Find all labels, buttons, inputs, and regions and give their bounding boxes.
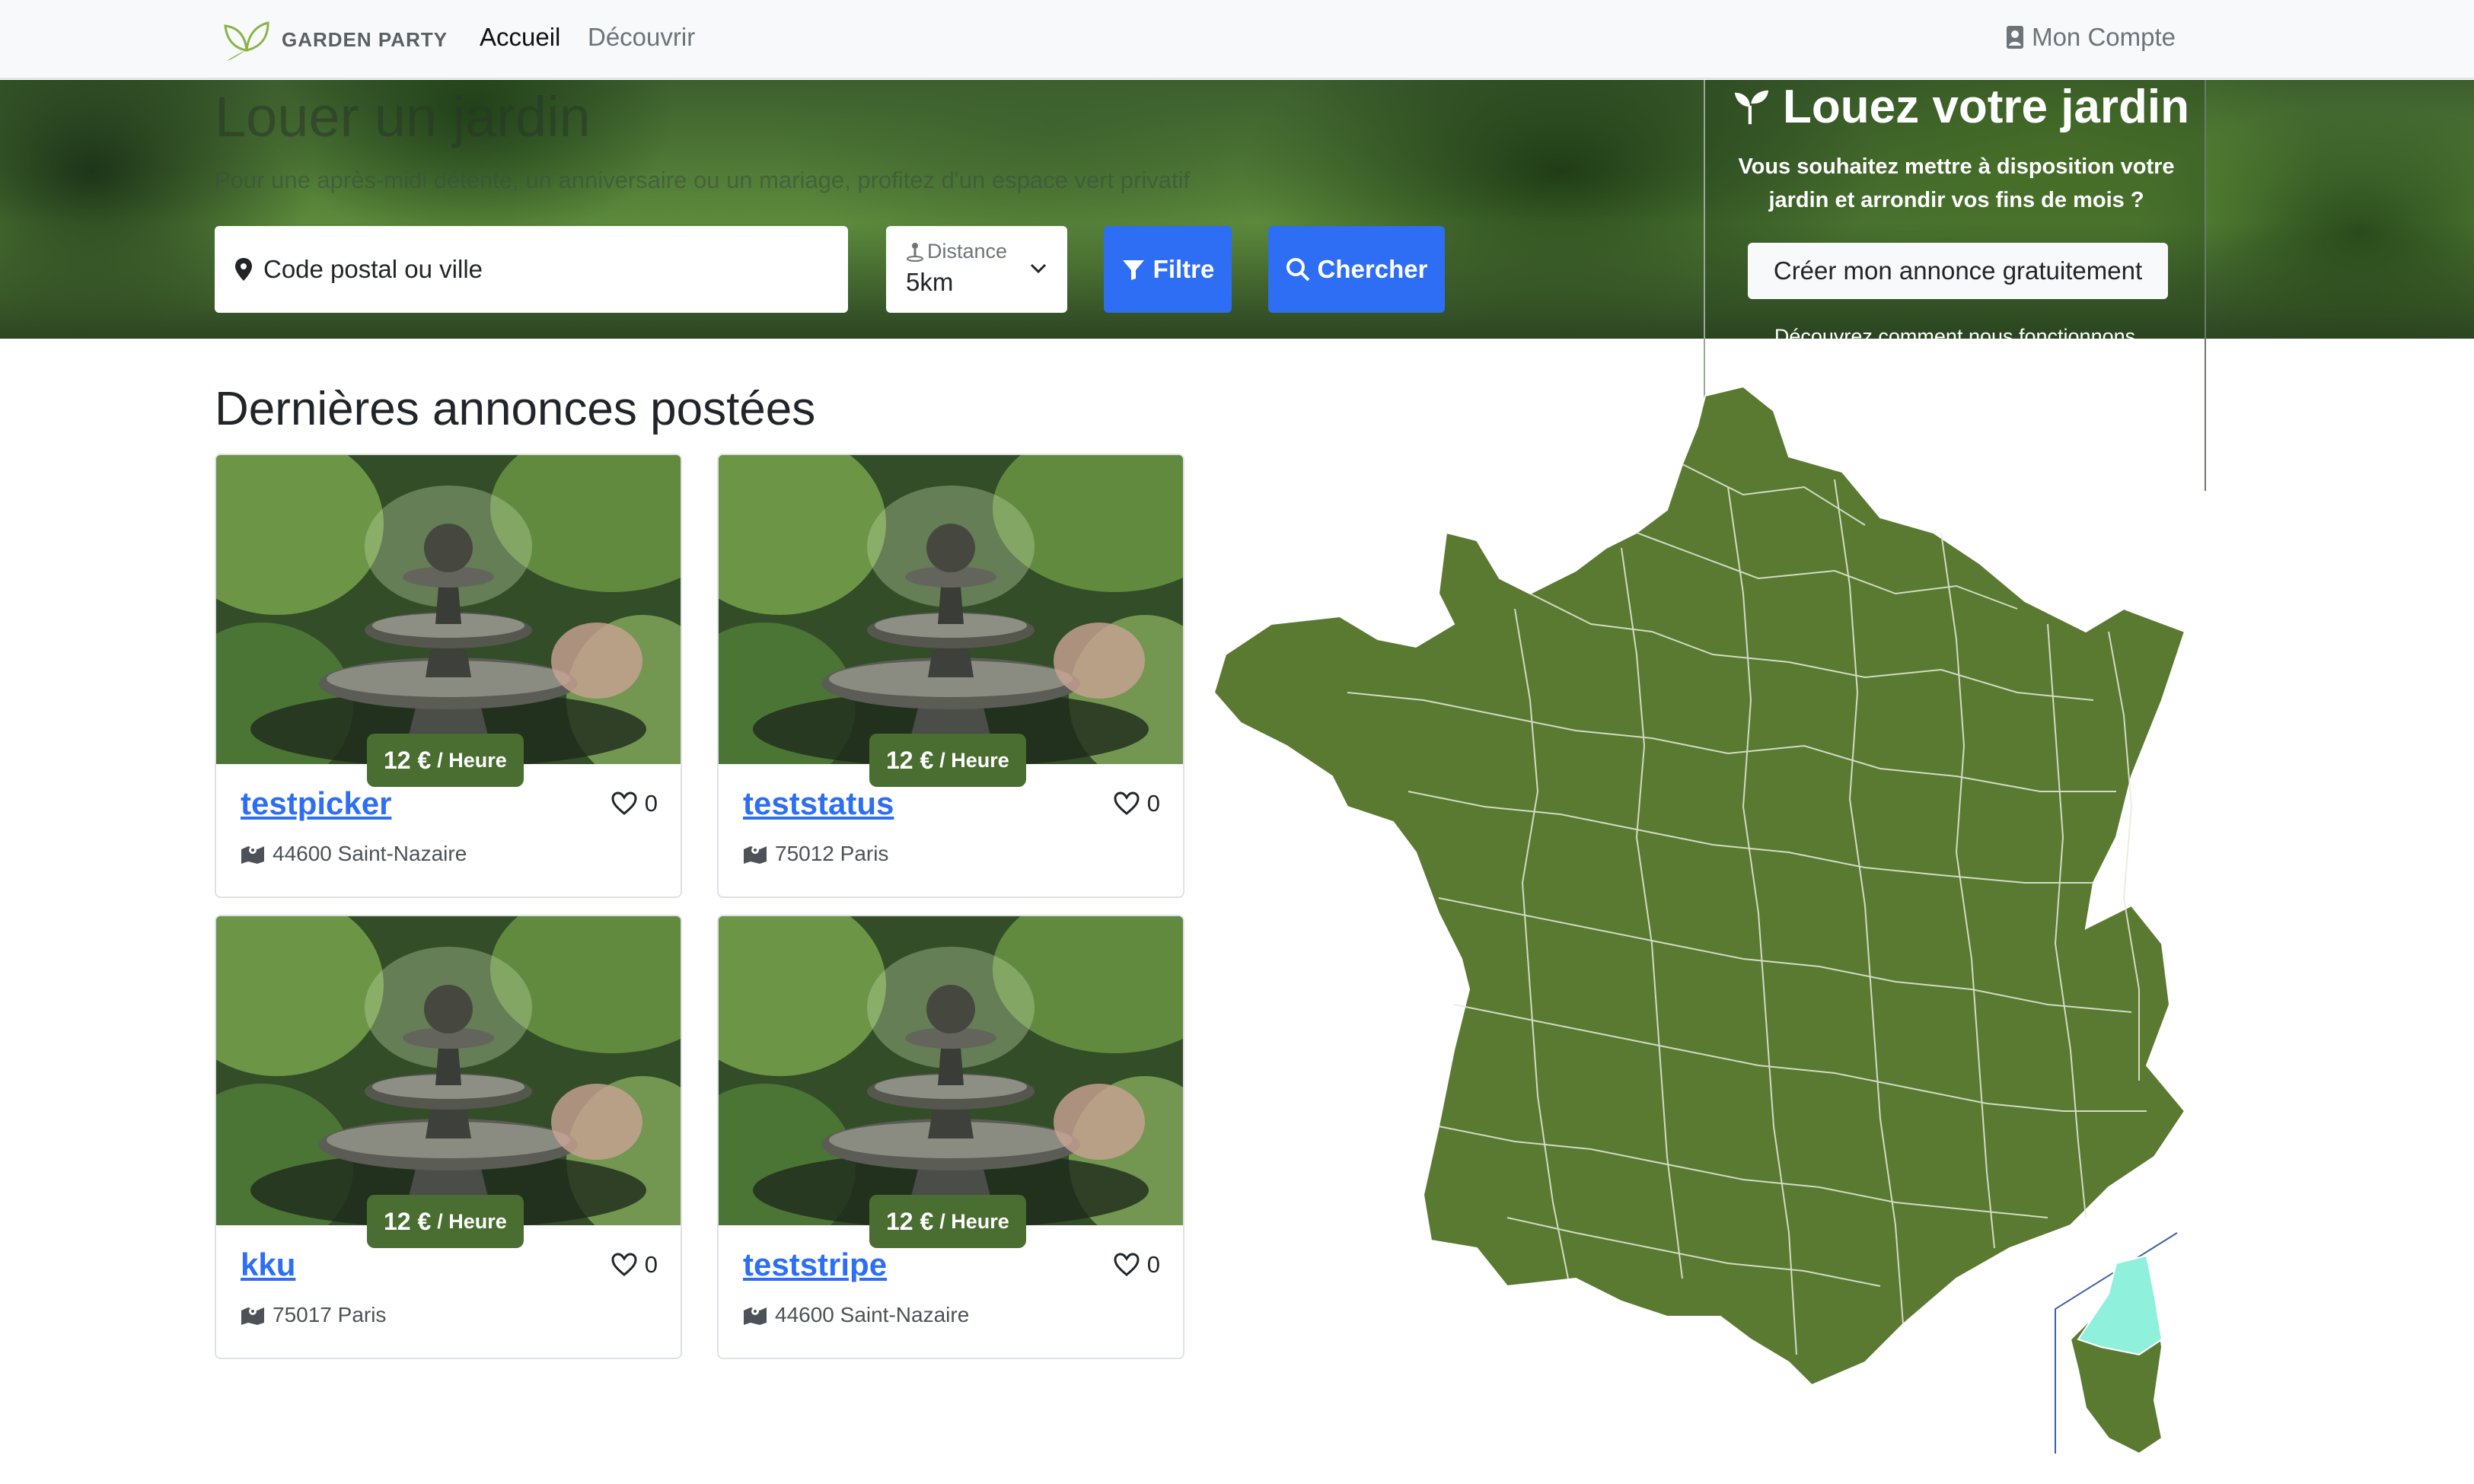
filter-label: Filtre — [1153, 255, 1215, 283]
listing-photo[interactable] — [216, 455, 681, 790]
search-label: Chercher — [1317, 255, 1428, 283]
panel-description: Vous souhaitez mettre à disposition votr… — [1738, 154, 2175, 212]
distance-label: Distance — [927, 240, 1008, 263]
listing-photo[interactable] — [719, 916, 1183, 1251]
france-regions-map[interactable] — [1210, 381, 2192, 1461]
nav-link-decouvrir[interactable]: Découvrir — [588, 21, 695, 53]
price-amount: 12 € — [384, 1207, 432, 1235]
price-unit: / Heure — [437, 748, 507, 772]
account-link[interactable]: Mon Compte — [2006, 21, 2176, 53]
listing-location: 75012 Paris — [743, 842, 888, 866]
listing-photo[interactable] — [216, 916, 681, 1251]
listing-location: 44600 Saint-Nazaire — [241, 842, 467, 866]
map-pin-icon — [235, 258, 252, 281]
how-it-works-link[interactable]: Découvrez comment nous fonctionnons — [1705, 325, 2205, 349]
listing-title-link[interactable]: testpicker — [241, 785, 391, 822]
listing-title-link[interactable]: kku — [241, 1247, 295, 1283]
heart-icon — [1114, 1253, 1140, 1276]
mainland-france-shape[interactable] — [1213, 385, 2186, 1387]
chevron-down-icon — [1030, 263, 1047, 274]
account-label: Mon Compte — [2032, 23, 2176, 51]
create-listing-button[interactable]: Créer mon annonce gratuitement — [1748, 243, 2168, 299]
filter-button[interactable]: Filtre — [1104, 226, 1232, 313]
location-text: 75012 Paris — [775, 842, 889, 865]
leaf-logo-icon — [224, 21, 269, 61]
price-amount: 12 € — [886, 1207, 934, 1235]
panel-title-text: Louez votre jardin — [1783, 81, 2189, 133]
filter-icon — [1122, 260, 1144, 280]
like-count: 0 — [644, 790, 658, 817]
heart-icon — [611, 791, 637, 815]
listing-location: 44600 Saint-Nazaire — [743, 1303, 969, 1327]
corsica-inset — [2055, 1232, 2178, 1455]
price-badge: 12 € / Heure — [869, 734, 1026, 787]
listing-card[interactable]: 12 € / Heure teststatus 0 75012 Paris — [717, 454, 1184, 898]
latest-listings-title: Dernières annonces postées — [215, 383, 816, 435]
like-count: 0 — [644, 1251, 658, 1278]
price-badge: 12 € / Heure — [869, 1195, 1026, 1248]
corsica-highlight-region[interactable] — [2077, 1254, 2163, 1356]
like-count: 0 — [1146, 790, 1160, 817]
price-amount: 12 € — [886, 746, 934, 774]
price-amount: 12 € — [384, 746, 432, 774]
map-icon — [744, 846, 767, 864]
location-text: 44600 Saint-Nazaire — [273, 842, 467, 865]
location-text: 75017 Paris — [273, 1303, 387, 1326]
nav-link-accueil[interactable]: Accueil — [480, 21, 560, 53]
map-icon — [241, 846, 264, 864]
like-button[interactable]: 0 — [611, 790, 658, 817]
hero-subtitle: Pour une après-midi détente, un annivers… — [215, 167, 1191, 193]
price-badge: 12 € / Heure — [367, 1195, 524, 1248]
location-text: 44600 Saint-Nazaire — [775, 1303, 970, 1326]
search-icon — [1286, 258, 1309, 282]
heart-icon — [611, 1253, 637, 1276]
price-unit: / Heure — [939, 748, 1009, 772]
distance-select[interactable]: Distance 5km — [886, 226, 1067, 313]
map-icon — [241, 1307, 264, 1325]
like-count: 0 — [1146, 1251, 1160, 1278]
navbar: GARDEN PARTY Accueil Découvrir Mon Compt… — [0, 0, 2474, 79]
map-icon — [744, 1307, 767, 1325]
listing-photo[interactable] — [719, 455, 1183, 790]
listing-location: 75017 Paris — [241, 1303, 386, 1327]
user-badge-icon — [2007, 26, 2024, 49]
sprout-icon — [1734, 90, 1769, 124]
location-search-input[interactable]: Code postal ou ville — [215, 226, 848, 313]
hero-title: Louer un jardin — [215, 85, 591, 148]
listing-card[interactable]: 12 € / Heure teststripe 0 44600 Saint-Na… — [717, 915, 1184, 1359]
distance-icon — [907, 242, 923, 262]
search-button[interactable]: Chercher — [1268, 226, 1445, 313]
price-unit: / Heure — [939, 1209, 1009, 1233]
distance-value: 5km — [906, 268, 954, 296]
like-button[interactable]: 0 — [611, 1251, 658, 1279]
brand-logo[interactable]: GARDEN PARTY — [221, 12, 448, 67]
heart-icon — [1114, 791, 1140, 815]
listing-title-link[interactable]: teststatus — [743, 785, 894, 822]
brand-name: GARDEN PARTY — [282, 27, 448, 51]
price-unit: / Heure — [437, 1209, 507, 1233]
price-badge: 12 € / Heure — [367, 734, 524, 787]
like-button[interactable]: 0 — [1114, 1251, 1160, 1279]
listing-card[interactable]: 12 € / Heure kku 0 75017 Paris — [215, 915, 682, 1359]
listing-title-link[interactable]: teststripe — [743, 1247, 887, 1283]
listing-card[interactable]: 12 € / Heure testpicker 0 44600 Saint-Na… — [215, 454, 682, 898]
search-placeholder: Code postal ou ville — [263, 255, 483, 283]
panel-title: Louez votre jardin — [1733, 80, 2189, 134]
like-button[interactable]: 0 — [1114, 790, 1160, 817]
